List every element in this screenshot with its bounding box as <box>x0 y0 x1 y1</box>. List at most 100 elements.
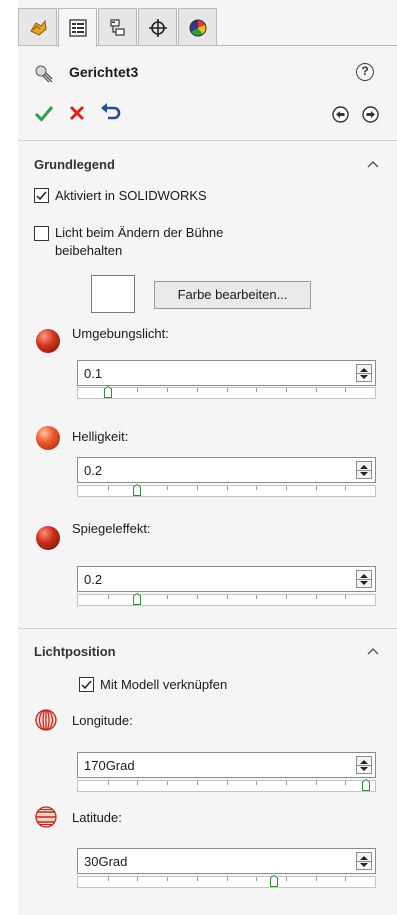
longitude-spinner[interactable] <box>356 756 372 774</box>
display-manager-icon <box>189 19 206 36</box>
ok-checkmark-icon[interactable] <box>33 102 55 124</box>
tab-configuration-manager[interactable] <box>98 8 137 46</box>
slider-tick <box>197 486 198 490</box>
slider-tick <box>256 877 257 881</box>
slider-tick <box>167 486 168 490</box>
previous-page-icon[interactable] <box>332 106 349 123</box>
specular-value: 0.2 <box>84 572 103 587</box>
slider-tick <box>227 595 228 599</box>
slider-tick <box>345 486 346 490</box>
slider-tick <box>137 877 138 881</box>
slider-tick <box>197 877 198 881</box>
longitude-input[interactable]: 170Grad <box>77 752 376 778</box>
slider-tick <box>197 781 198 785</box>
slider-tick <box>137 781 138 785</box>
undo-icon[interactable] <box>99 102 121 124</box>
slider-tick <box>256 781 257 785</box>
slider-tick <box>137 388 138 392</box>
next-page-icon[interactable] <box>362 106 379 123</box>
slider-thumb[interactable] <box>270 875 278 887</box>
slider-tick <box>197 595 198 599</box>
slider-tick <box>108 486 109 490</box>
feature-title: Gerichtet3 <box>69 64 139 80</box>
light-color-swatch[interactable] <box>91 275 135 313</box>
slider-tick <box>256 486 257 490</box>
specular-spinner[interactable] <box>356 570 372 588</box>
slider-tick <box>197 388 198 392</box>
longitude-slider[interactable] <box>77 779 376 792</box>
tab-feature-manager[interactable] <box>18 8 57 46</box>
longitude-value: 170Grad <box>84 758 135 773</box>
specular-icon <box>36 526 60 550</box>
slider-tick <box>345 388 346 392</box>
slider-tick <box>108 595 109 599</box>
latitude-globe-icon <box>35 806 57 828</box>
slider-tick <box>167 388 168 392</box>
tab-display-manager[interactable] <box>178 8 217 46</box>
latitude-label: Latitude: <box>72 810 122 825</box>
lock-to-model-checkbox[interactable] <box>79 677 94 692</box>
slider-tick <box>108 781 109 785</box>
slider-tick <box>316 388 317 392</box>
brightness-spinner[interactable] <box>356 461 372 479</box>
lock-to-model-label: Mit Modell verknüpfen <box>100 677 228 692</box>
tab-property-manager[interactable] <box>58 8 97 47</box>
ambient-spinner[interactable] <box>356 364 372 382</box>
ambient-slider[interactable] <box>77 386 376 399</box>
keep-light-label-line2: beibehalten <box>55 243 123 258</box>
slider-thumb[interactable] <box>133 593 141 605</box>
activate-checkbox[interactable] <box>34 188 49 203</box>
brightness-slider[interactable] <box>77 484 376 497</box>
slider-thumb[interactable] <box>133 484 141 496</box>
ambient-value: 0.1 <box>84 366 103 381</box>
collapse-chevron-up-icon[interactable] <box>367 160 379 168</box>
slider-tick <box>286 595 287 599</box>
brightness-icon <box>36 426 60 450</box>
collapse-chevron-up-icon[interactable] <box>367 647 379 655</box>
latitude-slider[interactable] <box>77 875 376 888</box>
edit-color-button[interactable]: Farbe bearbeiten... <box>154 281 311 309</box>
slider-tick <box>286 388 287 392</box>
slider-tick <box>227 877 228 881</box>
ambient-input[interactable]: 0.1 <box>77 360 376 386</box>
section-title-position: Lichtposition <box>34 644 116 659</box>
slider-tick <box>286 781 287 785</box>
directional-light-icon <box>35 65 53 83</box>
activate-label: Aktiviert in SOLIDWORKS <box>55 188 207 203</box>
slider-tick <box>167 595 168 599</box>
slider-tick <box>316 781 317 785</box>
slider-tick <box>286 877 287 881</box>
brightness-input[interactable]: 0.2 <box>77 457 376 483</box>
dimxpert-manager-icon <box>148 18 167 37</box>
longitude-globe-icon <box>35 709 57 731</box>
slider-tick <box>345 877 346 881</box>
keep-light-checkbox[interactable] <box>34 226 49 241</box>
section-title-basic: Grundlegend <box>34 157 115 172</box>
help-icon[interactable]: ? <box>356 63 374 81</box>
ambient-label: Umgebungslicht: <box>72 326 169 341</box>
configuration-manager-icon <box>109 18 125 36</box>
latitude-value: 30Grad <box>84 854 128 869</box>
slider-tick <box>227 781 228 785</box>
tab-dimxpert-manager[interactable] <box>138 8 177 46</box>
divider <box>18 140 397 141</box>
brightness-label: Helligkeit: <box>72 429 129 444</box>
specular-slider[interactable] <box>77 593 376 606</box>
slider-tick <box>256 388 257 392</box>
feature-manager-icon <box>29 19 47 36</box>
slider-thumb[interactable] <box>104 386 112 398</box>
latitude-spinner[interactable] <box>356 852 372 870</box>
slider-tick <box>167 877 168 881</box>
specular-label: Spiegeleffekt: <box>72 521 151 536</box>
latitude-input[interactable]: 30Grad <box>77 848 376 874</box>
slider-tick <box>227 486 228 490</box>
specular-input[interactable]: 0.2 <box>77 566 376 592</box>
cancel-x-icon[interactable] <box>66 102 88 124</box>
ambient-light-icon <box>36 329 60 353</box>
property-manager-panel: Gerichtet3 ? Grundlegend Aktiviert in SO… <box>18 0 397 915</box>
slider-thumb[interactable] <box>362 779 370 791</box>
manager-tab-strip <box>18 8 397 47</box>
slider-tick <box>167 781 168 785</box>
divider <box>18 628 397 629</box>
slider-tick <box>316 486 317 490</box>
